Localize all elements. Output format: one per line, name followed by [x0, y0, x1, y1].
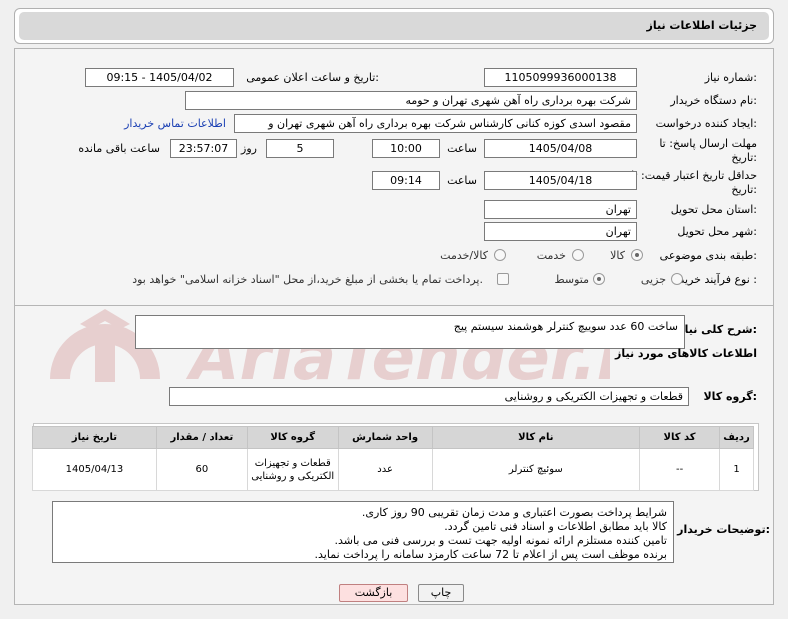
process-option-medium: متوسط [554, 273, 589, 286]
treasury-note: پرداخت تمام یا بخشی از مبلغ خرید،از محل … [132, 273, 483, 286]
items-table: ردیف کد کالا نام کالا واحد شمارش گروه کا… [32, 426, 754, 491]
category-radio-service[interactable] [572, 249, 584, 261]
need-number-field: 1105099936000138 [484, 68, 637, 87]
remaining-time-field: 23:57:07 [170, 139, 237, 158]
response-deadline-date: 1405/04/08 [484, 139, 637, 158]
delivery-province-label: استان محل تحویل: [670, 203, 757, 216]
col-code: کد کالا [639, 426, 721, 449]
col-name: نام کالا [431, 426, 641, 449]
buyer-note-line: کالا باید مطابق اطلاعات و اسناد فنی تامی… [444, 520, 667, 533]
col-date: تاریخ نیاز [32, 426, 157, 449]
requester-field: مقصود اسدی کوزه کنانی کارشناس شرکت بهره … [234, 114, 637, 133]
need-number-label: شماره نیاز: [704, 71, 757, 84]
category-option-goods-service: کالا/خدمت [440, 249, 488, 262]
category-option-goods: کالا [610, 249, 625, 262]
cell-group: قطعات و تجهیزات الکتریکی و روشنایی [246, 448, 339, 491]
delivery-province-field: تهران [484, 200, 637, 219]
cell-unit: عدد [337, 448, 433, 491]
process-radio-medium[interactable] [593, 273, 605, 285]
print-button[interactable]: چاپ [418, 584, 464, 602]
process-type-label: نوع فرآیند خرید : [679, 273, 757, 286]
back-button[interactable]: بازگشت [339, 584, 408, 602]
buyer-note-line: شرایط پرداخت بصورت اعتباری و مدت زمان تق… [361, 506, 667, 519]
buyer-notes-label: توضیحات خریدار: [677, 523, 770, 536]
treasury-checkbox[interactable] [497, 273, 509, 285]
cell-row: 1 [719, 448, 754, 491]
cell-qty: 60 [155, 448, 248, 491]
divider [15, 305, 773, 306]
cell-date: 1405/04/13 [32, 448, 157, 491]
delivery-city-field: تهران [484, 222, 637, 241]
table-row: 1 -- سوئیچ کنترلر عدد قطعات و تجهیزات ال… [32, 448, 754, 491]
process-option-minor: جزیی [640, 273, 666, 286]
category-label: طبقه بندی موضوعی: [659, 249, 757, 262]
buyer-org-label: نام دستگاه خریدار: [670, 94, 757, 107]
price-validity-time-field: 09:14 [372, 171, 440, 190]
price-validity-date: 1405/04/18 [484, 171, 637, 190]
general-desc-field: ساخت 60 عدد سوییچ کنترلر هوشمند سیستم پی… [135, 315, 685, 349]
category-option-service: خدمت [536, 249, 566, 262]
buyer-note-line: برنده موظف است پس از اعلام تا 72 ساعت کا… [314, 548, 667, 561]
page-header: جزئیات اطلاعات نیاز [14, 8, 774, 44]
page-title: جزئیات اطلاعات نیاز [646, 19, 758, 32]
price-validity-label: حداقل تاریخ اعتبار قیمت: تا تاریخ: [631, 169, 757, 196]
announce-datetime-field: 1405/04/02 - 09:15 [85, 68, 234, 87]
remaining-label: ساعت باقی مانده [78, 142, 160, 155]
buyer-notes-field: شرایط پرداخت بصورت اعتباری و مدت زمان تق… [52, 501, 674, 563]
cell-code: -- [639, 448, 721, 491]
buyer-note-line: تامین کننده مستلزم ارائه نمونه اولیه جهت… [334, 534, 668, 547]
buyer-contact-link[interactable]: اطلاعات تماس خریدار [124, 117, 226, 130]
goods-section-title: اطلاعات کالاهای مورد نیاز [615, 347, 757, 360]
price-validity-time-label: ساعت [447, 174, 477, 187]
col-row: ردیف [719, 426, 754, 449]
col-qty: تعداد / مقدار [155, 426, 248, 449]
process-radio-minor[interactable] [671, 273, 683, 285]
requester-label: ایجاد کننده درخواست: [655, 117, 757, 130]
col-group: گروه کالا [246, 426, 339, 449]
goods-group-field: قطعات و تجهیزات الکتریکی و روشنایی [169, 387, 689, 406]
delivery-city-label: شهر محل تحویل: [677, 225, 757, 238]
header-bar: جزئیات اطلاعات نیاز [19, 12, 769, 40]
category-radio-goods[interactable] [631, 249, 643, 261]
col-unit: واحد شمارش [337, 426, 433, 449]
response-time-field: 10:00 [372, 139, 440, 158]
goods-group-label: گروه کالا: [703, 390, 757, 403]
remaining-days-field: 5 [266, 139, 334, 158]
response-deadline-label: مهلت ارسال پاسخ: تا تاریخ: [659, 137, 757, 164]
buyer-org-field: شرکت بهره برداری راه آهن شهری تهران و حو… [185, 91, 637, 110]
cell-name: سوئیچ کنترلر [431, 448, 641, 491]
announce-datetime-label: تاریخ و ساعت اعلان عمومی: [246, 71, 379, 84]
category-radio-goods-service[interactable] [494, 249, 506, 261]
general-desc-label: شرح کلی نیاز: [678, 323, 757, 336]
response-time-label: ساعت [447, 142, 477, 155]
